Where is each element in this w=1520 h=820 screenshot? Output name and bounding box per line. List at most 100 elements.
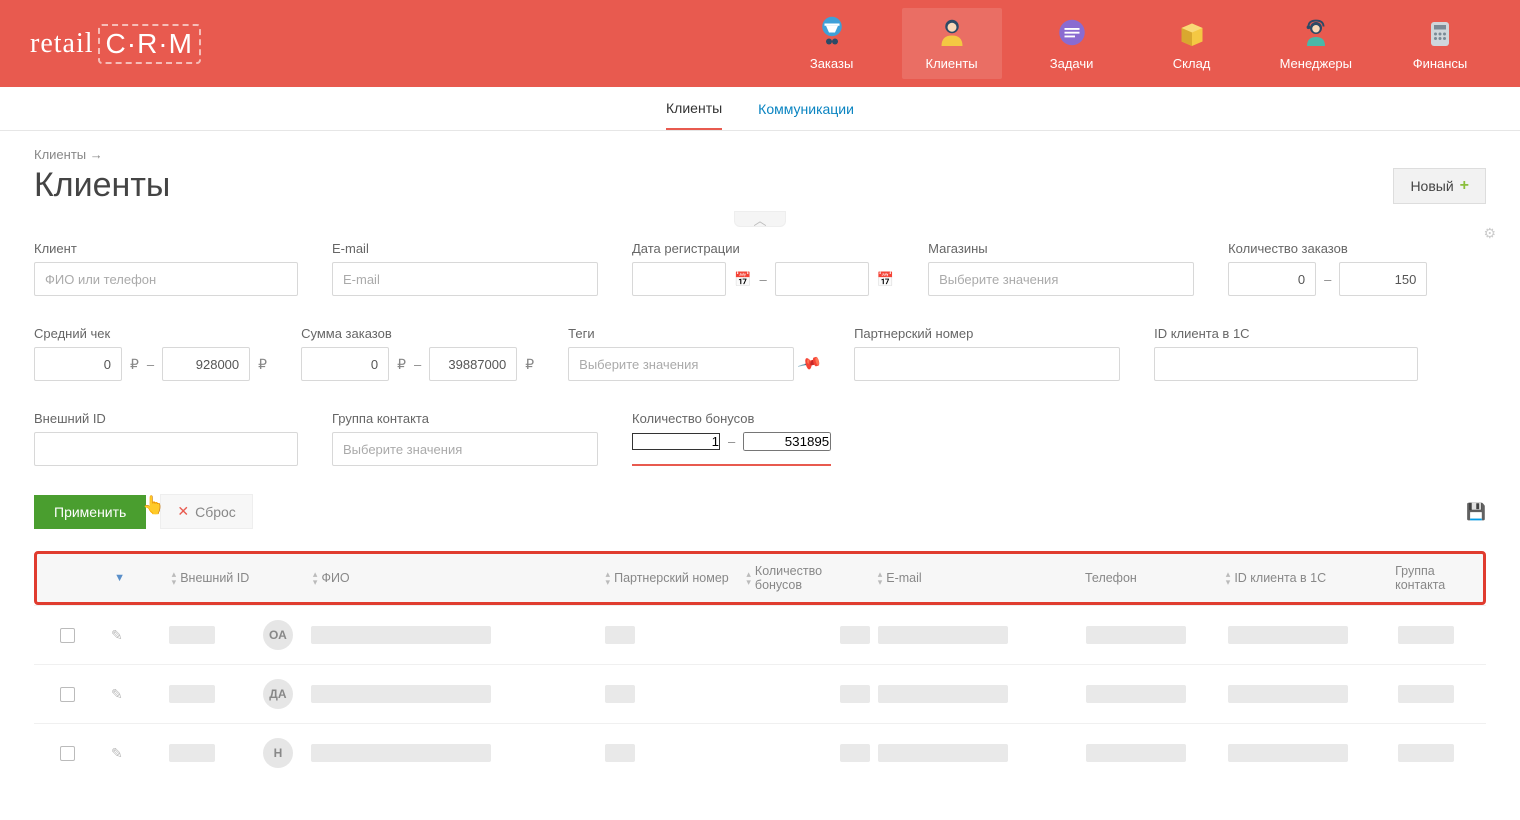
subnav-communications[interactable]: Коммуникации [758,89,854,129]
email-label: E-mail [332,241,598,256]
stores-label: Магазины [928,241,1194,256]
ruble-icon: ₽ [258,356,267,373]
cell-bonus [840,685,870,703]
row-checkbox[interactable] [60,746,75,761]
cell-partner [605,685,635,703]
extid-label: Внешний ID [34,411,298,426]
bonuscount-from-input[interactable] [632,433,720,450]
pin-icon[interactable]: 📌 [796,350,823,377]
email-input[interactable] [332,262,598,296]
th-fio[interactable]: ФИО [321,571,349,585]
cell-id1c [1228,744,1348,762]
sort-icon[interactable]: ▴▾ [313,570,318,586]
sort-icon[interactable]: ▴▾ [172,570,177,586]
cell-external-id [169,685,215,703]
contactgroup-select[interactable]: Выберите значения [332,432,598,466]
reset-label: Сброс [195,504,236,520]
nav-orders-label: Заказы [810,56,853,71]
person-icon [934,16,970,52]
regdate-label: Дата регистрации [632,241,894,256]
regdate-to-input[interactable] [775,262,869,296]
th-bonus[interactable]: Количество бонусов [755,564,870,592]
th-group[interactable]: Группа контакта [1395,564,1471,592]
page-title: Клиенты [34,166,170,205]
new-button[interactable]: Новый + [1393,168,1486,204]
bonuscount-label: Количество бонусов [632,411,831,426]
nav-warehouse[interactable]: Склад [1142,8,1242,79]
cart-icon [814,16,850,52]
sort-icon[interactable]: ▴▾ [746,570,751,586]
cell-fio [311,685,491,703]
nav-tasks-label: Задачи [1050,56,1094,71]
ordersum-label: Сумма заказов [301,326,534,341]
calculator-icon [1422,16,1458,52]
tags-label: Теги [568,326,820,341]
extid-input[interactable] [34,432,298,466]
box-icon [1174,16,1210,52]
cell-fio [311,626,491,644]
th-external-id[interactable]: Внешний ID [180,571,249,585]
reset-button[interactable]: ✕ Сброс [160,494,252,529]
partnernum-input[interactable] [854,347,1120,381]
cell-email [878,626,1008,644]
sort-icon[interactable]: ▴▾ [1226,570,1231,586]
ordersum-from-input[interactable] [301,347,389,381]
new-button-label: Новый [1410,178,1453,194]
id1c-label: ID клиента в 1С [1154,326,1418,341]
row-checkbox[interactable] [60,628,75,643]
cell-id1c [1228,685,1348,703]
apply-button[interactable]: Применить [34,495,146,529]
breadcrumb: Клиенты → [34,147,1486,162]
edit-icon[interactable]: ✎ [111,686,123,703]
save-icon[interactable]: 💾 [1466,502,1486,522]
regdate-from-input[interactable] [632,262,726,296]
client-input[interactable] [34,262,298,296]
cell-fio [311,744,491,762]
bonuscount-to-input[interactable] [743,432,831,451]
th-partner[interactable]: Партнерский номер [614,571,729,585]
row-checkbox[interactable] [60,687,75,702]
nav-finance[interactable]: Финансы [1390,8,1490,79]
cell-bonus [840,626,870,644]
caret-down-icon[interactable]: ▼ [114,572,125,584]
edit-icon[interactable]: ✎ [111,745,123,762]
subnav-clients[interactable]: Клиенты [666,88,722,130]
ordercount-label: Количество заказов [1228,241,1427,256]
nav-managers[interactable]: Менеджеры [1262,8,1370,79]
contactgroup-label: Группа контакта [332,411,598,426]
sort-icon[interactable]: ▴▾ [878,570,883,586]
sort-icon[interactable]: ▴▾ [606,570,611,586]
collapse-filters-toggle[interactable]: ︿ [734,211,786,227]
gear-icon[interactable]: ⚙ [1483,225,1496,242]
nav-managers-label: Менеджеры [1280,56,1352,71]
cell-phone [1086,626,1186,644]
avgcheck-from-input[interactable] [34,347,122,381]
cell-phone [1086,744,1186,762]
ordersum-to-input[interactable] [429,347,517,381]
calendar-icon[interactable]: 📅 [877,271,894,288]
avgcheck-to-input[interactable] [162,347,250,381]
edit-icon[interactable]: ✎ [111,627,123,644]
ruble-icon: ₽ [525,356,534,373]
nav-tasks[interactable]: Задачи [1022,8,1122,79]
cell-phone [1086,685,1186,703]
th-phone[interactable]: Телефон [1085,571,1137,585]
nav-clients[interactable]: Клиенты [902,8,1002,79]
calendar-icon[interactable]: 📅 [734,271,751,288]
cell-email [878,744,1008,762]
stores-select[interactable]: Выберите значения [928,262,1194,296]
ordercount-from-input[interactable] [1228,262,1316,296]
th-id1c[interactable]: ID клиента в 1С [1234,571,1326,585]
id1c-input[interactable] [1154,347,1418,381]
cell-id1c [1228,626,1348,644]
logo[interactable]: retailC·R·M [30,24,201,64]
headset-icon [1298,16,1334,52]
table-row: ✎ОА [34,605,1486,664]
nav-orders[interactable]: Заказы [782,8,882,79]
cell-group [1398,685,1454,703]
close-icon: ✕ [177,503,189,520]
cell-bonus [840,744,870,762]
ordercount-to-input[interactable] [1339,262,1427,296]
tags-select[interactable]: Выберите значения [568,347,794,381]
th-email[interactable]: E-mail [886,571,921,585]
